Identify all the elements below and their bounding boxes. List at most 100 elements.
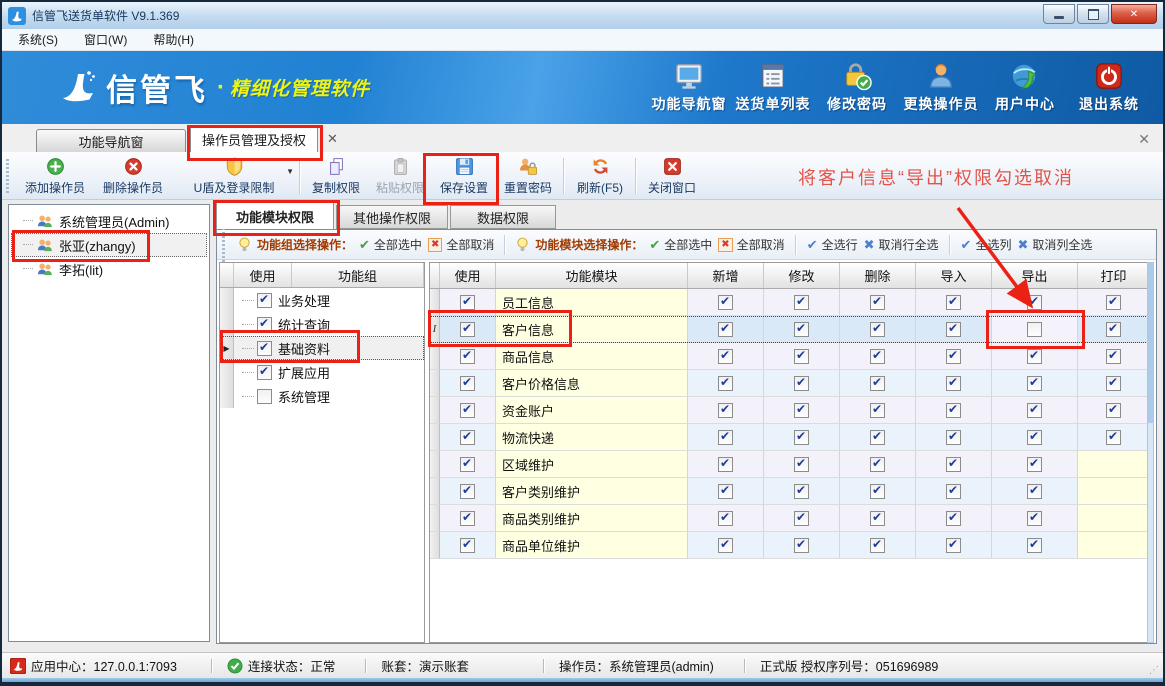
operator-tree-item[interactable]: 张亚(zhangy) xyxy=(11,233,207,257)
perm-checkbox[interactable] xyxy=(946,322,961,337)
perm-checkbox[interactable] xyxy=(1106,322,1121,337)
perm-checkbox[interactable] xyxy=(1027,403,1042,418)
perm-checkbox[interactable] xyxy=(870,349,885,364)
group-checkbox[interactable] xyxy=(257,293,272,308)
selection-action[interactable]: ✖取消列全选 xyxy=(1017,236,1092,253)
perm-checkbox[interactable] xyxy=(1106,430,1121,445)
tab-close-icon[interactable]: ✕ xyxy=(327,131,338,147)
toolbar-button-add-operator[interactable]: 添加操作员 xyxy=(16,154,94,198)
perm-checkbox[interactable] xyxy=(794,538,809,553)
group-checkbox[interactable] xyxy=(257,317,272,332)
perm-checkbox[interactable] xyxy=(718,295,733,310)
group-grid-row[interactable]: ▶基础资料 xyxy=(220,336,424,360)
perm-checkbox[interactable] xyxy=(718,376,733,391)
perm-checkbox[interactable] xyxy=(794,403,809,418)
maximize-button[interactable] xyxy=(1077,4,1109,24)
perm-checkbox[interactable] xyxy=(1027,538,1042,553)
menu-item[interactable]: 窗口(W) xyxy=(76,28,135,51)
selection-action[interactable]: ✔全部选中 xyxy=(649,236,712,253)
module-name-cell[interactable]: 商品单位维护 xyxy=(496,532,688,559)
banner-button[interactable]: 修改密码 xyxy=(819,61,895,114)
banner-button[interactable]: 退出系统 xyxy=(1071,61,1147,114)
perm-checkbox[interactable] xyxy=(794,430,809,445)
module-grid-row[interactable]: 客户价格信息 xyxy=(430,370,1148,397)
toolbar-button-shield[interactable]: U盾及登录限制▼ xyxy=(172,154,296,198)
module-grid-row[interactable]: 员工信息 xyxy=(430,289,1148,316)
perm-checkbox[interactable] xyxy=(870,376,885,391)
module-grid-row[interactable]: 商品类别维护 xyxy=(430,505,1148,532)
perm-checkbox[interactable] xyxy=(1106,349,1121,364)
perm-checkbox[interactable] xyxy=(946,538,961,553)
tab-function-nav[interactable]: 功能导航窗 xyxy=(36,129,186,152)
scrollbar-thumb[interactable] xyxy=(1148,263,1153,423)
selection-action[interactable]: ✔全选列 xyxy=(961,236,1012,253)
perm-checkbox[interactable] xyxy=(1027,484,1042,499)
menu-item[interactable]: 帮助(H) xyxy=(145,28,202,51)
perm-checkbox[interactable] xyxy=(718,538,733,553)
banner-button[interactable]: 功能导航窗 xyxy=(651,61,727,114)
perm-checkbox[interactable] xyxy=(946,403,961,418)
perm-checkbox[interactable] xyxy=(1027,295,1042,310)
toolbar-button-remove-operator[interactable]: 删除操作员 xyxy=(94,154,172,198)
module-grid-row[interactable]: 资金账户 xyxy=(430,397,1148,424)
module-grid-row[interactable]: 区域维护 xyxy=(430,451,1148,478)
perm-checkbox[interactable] xyxy=(870,511,885,526)
perm-checkbox[interactable] xyxy=(946,295,961,310)
perm-checkbox[interactable] xyxy=(718,457,733,472)
use-checkbox[interactable] xyxy=(460,484,475,499)
vertical-scrollbar[interactable] xyxy=(1147,262,1154,643)
perm-checkbox[interactable] xyxy=(794,295,809,310)
module-grid-row[interactable]: 物流快递 xyxy=(430,424,1148,451)
banner-button[interactable]: 用户中心 xyxy=(987,61,1063,114)
perm-checkbox[interactable] xyxy=(1027,457,1042,472)
perm-checkbox[interactable] xyxy=(946,511,961,526)
perm-checkbox[interactable] xyxy=(870,295,885,310)
perm-checkbox[interactable] xyxy=(1027,511,1042,526)
perm-checkbox[interactable] xyxy=(718,349,733,364)
module-name-cell[interactable]: 商品信息 xyxy=(496,343,688,370)
toolbar-button-save[interactable]: 保存设置 xyxy=(432,154,496,198)
use-checkbox[interactable] xyxy=(460,457,475,472)
perm-tab-module[interactable]: 功能模块权限 xyxy=(216,202,334,229)
module-name-cell[interactable]: 区域维护 xyxy=(496,451,688,478)
use-checkbox[interactable] xyxy=(460,538,475,553)
perm-checkbox[interactable] xyxy=(870,457,885,472)
module-name-cell[interactable]: 客户信息 xyxy=(496,316,688,343)
perm-checkbox[interactable] xyxy=(946,376,961,391)
selection-action[interactable]: ✖全部取消 xyxy=(718,236,784,253)
perm-checkbox[interactable] xyxy=(794,349,809,364)
selection-action[interactable]: ✖取消行全选 xyxy=(864,236,939,253)
banner-button[interactable]: 送货单列表 xyxy=(735,61,811,114)
perm-checkbox[interactable] xyxy=(794,511,809,526)
use-checkbox[interactable] xyxy=(460,349,475,364)
perm-tab-other[interactable]: 其他操作权限 xyxy=(336,205,448,229)
perm-checkbox[interactable] xyxy=(1106,295,1121,310)
dropdown-caret-icon[interactable]: ▼ xyxy=(286,167,294,176)
module-name-cell[interactable]: 物流快递 xyxy=(496,424,688,451)
tab-operator-management[interactable]: 操作员管理及授权 xyxy=(190,126,318,152)
group-checkbox[interactable] xyxy=(257,389,272,404)
perm-checkbox[interactable] xyxy=(870,322,885,337)
perm-checkbox[interactable] xyxy=(946,484,961,499)
group-grid-row[interactable]: 业务处理 xyxy=(220,288,424,312)
minimize-button[interactable] xyxy=(1043,4,1075,24)
module-name-cell[interactable]: 客户价格信息 xyxy=(496,370,688,397)
group-checkbox[interactable] xyxy=(257,365,272,380)
group-checkbox[interactable] xyxy=(257,341,272,356)
perm-checkbox[interactable] xyxy=(870,538,885,553)
perm-checkbox[interactable] xyxy=(946,430,961,445)
perm-checkbox[interactable] xyxy=(794,376,809,391)
selection-action[interactable]: ✔全部选中 xyxy=(359,236,422,253)
toolbar-button-reset-password[interactable]: 重置密码 xyxy=(496,154,560,198)
perm-checkbox[interactable] xyxy=(718,322,733,337)
selection-action[interactable]: ✖全部取消 xyxy=(428,236,494,253)
use-checkbox[interactable] xyxy=(460,376,475,391)
perm-checkbox[interactable] xyxy=(946,457,961,472)
perm-checkbox[interactable] xyxy=(1106,403,1121,418)
perm-checkbox[interactable] xyxy=(1106,376,1121,391)
tabstrip-close-icon[interactable]: ✕ xyxy=(1138,131,1150,148)
module-grid-row[interactable]: 商品单位维护 xyxy=(430,532,1148,559)
toolbar-button-copy[interactable]: 复制权限 xyxy=(304,154,368,198)
perm-checkbox[interactable] xyxy=(718,430,733,445)
toolbar-button-close-window[interactable]: 关闭窗口 xyxy=(640,154,704,198)
